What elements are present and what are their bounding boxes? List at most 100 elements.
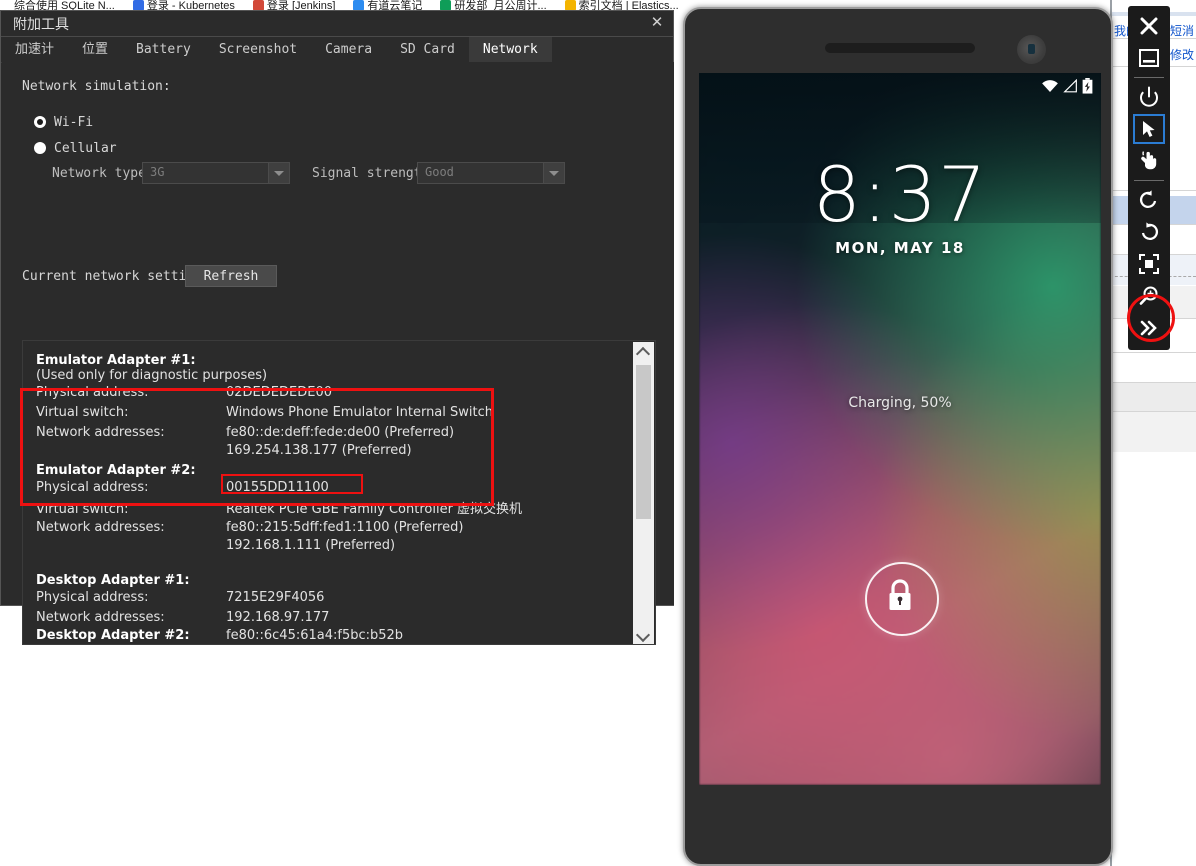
additional-tools-window: 附加工具 ✕ 加速计 位置 Battery Screenshot Camera SD Ca… xyxy=(0,10,674,645)
status-bar xyxy=(1041,77,1093,99)
adapter-row-key: Physical address: xyxy=(36,385,149,400)
adapter-row-key: Network addresses: xyxy=(36,425,165,440)
zoom-in-icon[interactable] xyxy=(1128,280,1170,312)
clock-date: MON, MAY 18 xyxy=(835,239,965,257)
tab-battery[interactable]: Battery xyxy=(122,37,205,62)
adapter-list-scrollbar[interactable] xyxy=(633,342,654,644)
refresh-button[interactable]: Refresh xyxy=(185,265,277,287)
adapter-title: Emulator Adapter #2: xyxy=(36,463,196,478)
adapter-row: Physical address: 00155DD11100 xyxy=(36,478,522,498)
adapter-row-value: 192.168.1.111 (Preferred) xyxy=(226,538,396,553)
screen-root: 综合使用 SQLite N... 登录 - Kubernetes 登录 [Jenki… xyxy=(0,0,1196,866)
adapter-subtitle: (Used only for diagnostic purposes) xyxy=(36,368,268,383)
background-link-modify[interactable]: 修改 xyxy=(1170,46,1194,63)
emulator-toolbar[interactable] xyxy=(1128,6,1170,350)
tab-位置[interactable]: 位置 xyxy=(68,37,122,62)
rotate-right-icon[interactable] xyxy=(1128,216,1170,248)
fit-to-screen-icon[interactable] xyxy=(1128,248,1170,280)
tab-network[interactable]: Network xyxy=(468,37,552,62)
adapter-row-value: Windows Phone Emulator Internal Switch xyxy=(226,405,494,420)
adapter-block: Emulator Adapter #1: (Used only for diagn… xyxy=(36,353,493,463)
power-icon[interactable] xyxy=(1128,81,1170,113)
adapter-block: Emulator Adapter #2: Physical address: 001… xyxy=(36,463,522,558)
adapter-row-value: fe80::de:deff:fede:de00 (Preferred) xyxy=(226,425,455,440)
adapter-row-value: 169.254.138.177 (Preferred) xyxy=(226,443,412,458)
adapter-row-value: 02DEDEDEDE00 xyxy=(226,385,332,400)
adapter-row: Network addresses: fe80::215:5dff:fed1:11… xyxy=(36,518,522,538)
cursor-pointer-icon[interactable] xyxy=(1128,113,1170,145)
unlock-button[interactable] xyxy=(865,562,939,636)
tab-bar[interactable]: 加速计 位置 Battery Screenshot Camera SD Card Netwo… xyxy=(1,37,673,63)
tab-加速计[interactable]: 加速计 xyxy=(1,37,68,62)
rotate-left-icon[interactable] xyxy=(1128,184,1170,216)
clock-time: 8:37 xyxy=(812,150,988,239)
adapter-row-key: Physical address: xyxy=(36,590,149,605)
background-link-sms[interactable]: 短消 xyxy=(1170,22,1194,39)
signal-strength-select[interactable]: Good xyxy=(417,162,565,184)
scrollbar-thumb[interactable] xyxy=(636,365,651,519)
phone-screen[interactable]: 8:37 MON, MAY 18 Charging, 50% xyxy=(699,73,1101,785)
minimize-icon[interactable] xyxy=(1128,42,1170,74)
adapter-row: Virtual switch: Windows Phone Emulator In… xyxy=(36,403,493,423)
adapter-block: Desktop Adapter #2: xyxy=(36,628,190,643)
adapter-row-key: Network addresses: xyxy=(36,610,165,625)
adapter-row-key: Virtual switch: xyxy=(36,405,129,420)
adapter-title: Emulator Adapter #1: xyxy=(36,353,196,368)
adapter-list[interactable]: Emulator Adapter #1: (Used only for diagn… xyxy=(22,340,656,645)
adapter-row: 169.254.138.177 (Preferred) xyxy=(36,443,493,463)
lock-icon xyxy=(889,579,911,610)
radio-cellular-label: Cellular xyxy=(54,141,117,156)
adapter-title: Desktop Adapter #1: xyxy=(36,573,190,588)
phone-emulator[interactable]: 8:37 MON, MAY 18 Charging, 50% xyxy=(683,7,1113,866)
adapter-row: Physical address: 02DEDEDEDE00 xyxy=(36,383,493,403)
tab-camera[interactable]: Camera xyxy=(311,37,386,62)
background-table-row xyxy=(1110,383,1196,411)
adapter-row: 192.168.1.111 (Preferred) xyxy=(36,538,522,558)
adapter-row-value: fe80::215:5dff:fed1:1100 (Preferred) xyxy=(226,520,464,535)
close-icon[interactable]: ✕ xyxy=(647,13,667,33)
battery-charging-icon xyxy=(1082,77,1093,99)
adapter-row-key: Network addresses: xyxy=(36,520,165,535)
scroll-down-icon[interactable] xyxy=(633,626,654,644)
adapter-row: Network addresses: fe80::de:deff:fede:de0… xyxy=(36,423,493,443)
network-type-select[interactable]: 3G xyxy=(142,162,290,184)
background-divider xyxy=(1110,352,1196,353)
adapter-row: Network addresses: 192.168.97.177 xyxy=(36,608,403,628)
window-titlebar: 附加工具 ✕ xyxy=(1,11,673,37)
adapter-row-value: fe80::6c45:61a4:f5bc:b52b xyxy=(226,628,404,643)
radio-wifi[interactable]: Wi-Fi xyxy=(34,113,93,131)
tab-sd-card[interactable]: SD Card xyxy=(386,37,469,62)
touch-hand-icon[interactable] xyxy=(1128,145,1170,177)
expand-more-icon[interactable] xyxy=(1128,312,1170,344)
adapter-row-value: 7215E29F4056 xyxy=(226,590,325,605)
battery-status-text: Charging, 50% xyxy=(848,395,952,411)
signal-strength-value: Good xyxy=(425,165,454,179)
network-tab-panel: Network simulation: Wi-Fi Cellular Netwo… xyxy=(2,62,674,645)
adapter-row: Virtual switch: Realtek PCIe GBE Family C… xyxy=(36,498,522,518)
adapter-row-value: 192.168.97.177 xyxy=(226,610,330,625)
chevron-down-icon[interactable] xyxy=(268,163,289,183)
adapter-list-content: Emulator Adapter #1: (Used only for diagn… xyxy=(23,341,635,644)
toolbar-divider xyxy=(1134,180,1164,181)
network-type-value: 3G xyxy=(150,165,165,179)
radio-indicator xyxy=(34,116,46,128)
signal-icon xyxy=(1063,78,1078,98)
adapter-title: Desktop Adapter #2: xyxy=(36,628,190,643)
network-simulation-label: Network simulation: xyxy=(22,79,171,94)
network-type-label: Network type: xyxy=(52,166,154,181)
wifi-icon xyxy=(1041,79,1059,98)
radio-indicator xyxy=(34,142,46,154)
adapter-row-key: Virtual switch: xyxy=(36,502,129,517)
tab-screenshot[interactable]: Screenshot xyxy=(205,37,311,62)
scroll-up-icon[interactable] xyxy=(633,342,654,361)
toolbar-divider xyxy=(1134,77,1164,78)
radio-wifi-label: Wi-Fi xyxy=(54,115,94,130)
close-icon[interactable] xyxy=(1128,10,1170,42)
lockscreen-clock: 8:37 MON, MAY 18 xyxy=(699,150,1101,258)
phone-speaker xyxy=(825,43,975,53)
adapter-row: Physical address: 7215E29F4056 xyxy=(36,588,403,608)
radio-cellular[interactable]: Cellular xyxy=(34,139,117,157)
background-table-row xyxy=(1110,412,1196,452)
chevron-down-icon[interactable] xyxy=(543,163,564,183)
window-title: 附加工具 xyxy=(13,17,69,33)
